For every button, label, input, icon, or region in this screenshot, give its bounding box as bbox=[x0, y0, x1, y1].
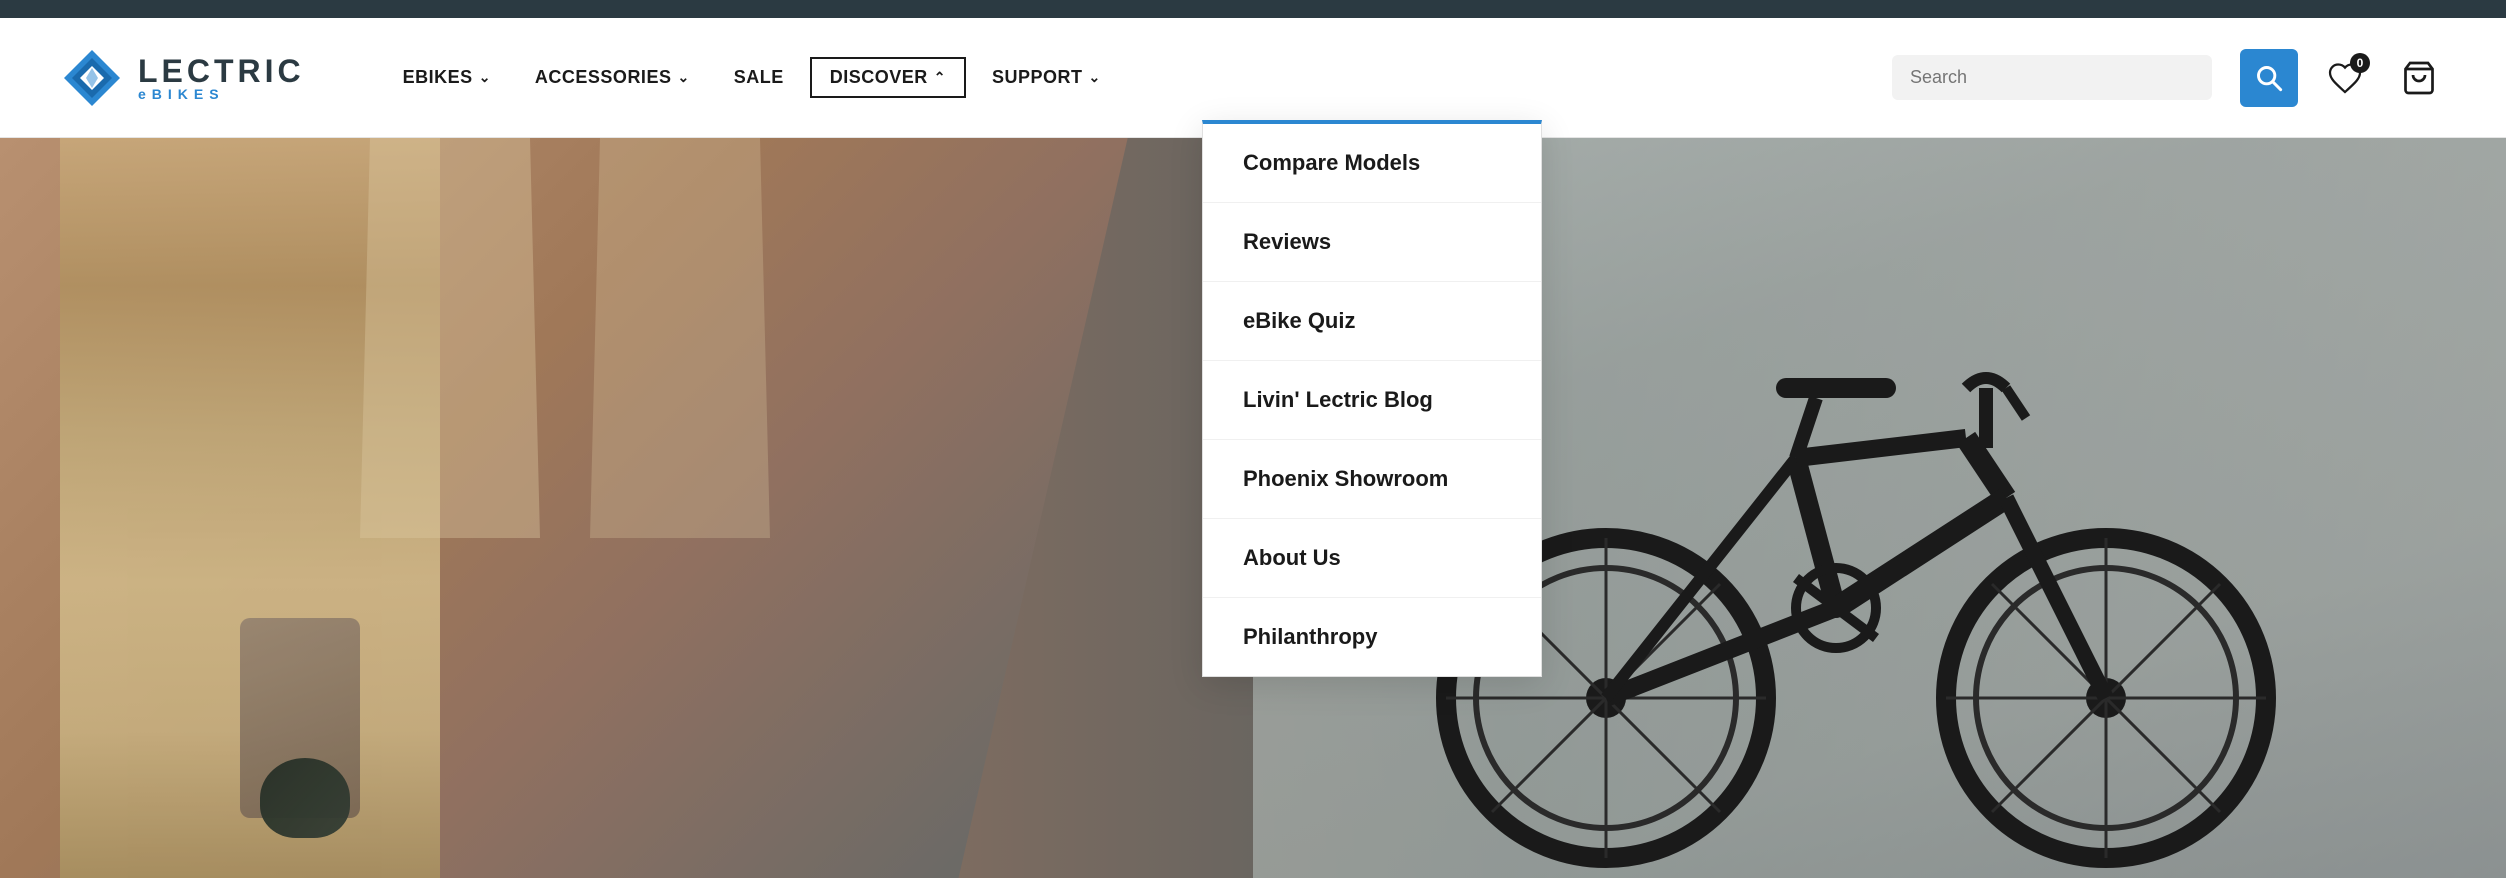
wishlist-badge: 0 bbox=[2350, 53, 2370, 73]
main-navigation: eBIKES ⌄ ACCESSORIES ⌄ SALE DISCOVER ⌃ S… bbox=[385, 49, 2446, 107]
logo-icon bbox=[60, 46, 124, 110]
wishlist-button[interactable]: 0 bbox=[2318, 51, 2372, 105]
search-area: 0 bbox=[1892, 49, 2446, 107]
window-light-2 bbox=[580, 138, 780, 538]
cart-icon bbox=[2401, 60, 2437, 96]
ebikes-chevron-icon: ⌄ bbox=[479, 69, 491, 86]
nav-accessories-label: ACCESSORIES bbox=[535, 67, 672, 88]
discover-dropdown-menu: Compare Models Reviews eBike Quiz Livin'… bbox=[1202, 120, 1542, 677]
nav-discover[interactable]: DISCOVER ⌃ bbox=[810, 57, 966, 98]
support-chevron-icon: ⌄ bbox=[1088, 69, 1100, 86]
nav-accessories[interactable]: ACCESSORIES ⌄ bbox=[517, 57, 708, 98]
window-light-1 bbox=[350, 138, 550, 538]
nav-support[interactable]: SUPPORT ⌄ bbox=[974, 57, 1119, 98]
nav-support-label: SUPPORT bbox=[992, 67, 1083, 88]
logo-link[interactable]: LECTRIC eBIKES bbox=[60, 46, 305, 110]
discover-chevron-icon: ⌃ bbox=[934, 69, 946, 86]
dropdown-item-phoenix-showroom[interactable]: Phoenix Showroom bbox=[1203, 440, 1541, 519]
dropdown-item-ebike-quiz[interactable]: eBike Quiz bbox=[1203, 282, 1541, 361]
nav-sale-label: SALE bbox=[734, 67, 784, 88]
nav-discover-label: DISCOVER bbox=[830, 67, 928, 88]
logo-lectric-text: LECTRIC bbox=[138, 55, 305, 87]
logo-text: LECTRIC eBIKES bbox=[138, 55, 305, 101]
nav-sale[interactable]: SALE bbox=[716, 57, 802, 98]
dropdown-item-philanthropy[interactable]: Philanthropy bbox=[1203, 598, 1541, 676]
dropdown-item-about-us[interactable]: About Us bbox=[1203, 519, 1541, 598]
dropdown-item-reviews[interactable]: Reviews bbox=[1203, 203, 1541, 282]
search-box bbox=[1892, 55, 2212, 100]
search-input[interactable] bbox=[1910, 67, 2194, 88]
nav-ebikes[interactable]: eBIKES ⌄ bbox=[385, 57, 509, 98]
hero-helmet bbox=[260, 758, 350, 838]
search-button[interactable] bbox=[2240, 49, 2298, 107]
dropdown-item-blog[interactable]: Livin' Lectric Blog bbox=[1203, 361, 1541, 440]
dropdown-item-compare-models[interactable]: Compare Models bbox=[1203, 124, 1541, 203]
search-icon bbox=[2255, 64, 2283, 92]
cart-button[interactable] bbox=[2392, 51, 2446, 105]
accessories-chevron-icon: ⌄ bbox=[677, 69, 689, 86]
logo-ebikes-text: eBIKES bbox=[138, 87, 305, 101]
announcement-bar bbox=[0, 0, 2506, 18]
nav-ebikes-label: eBIKES bbox=[403, 67, 473, 88]
